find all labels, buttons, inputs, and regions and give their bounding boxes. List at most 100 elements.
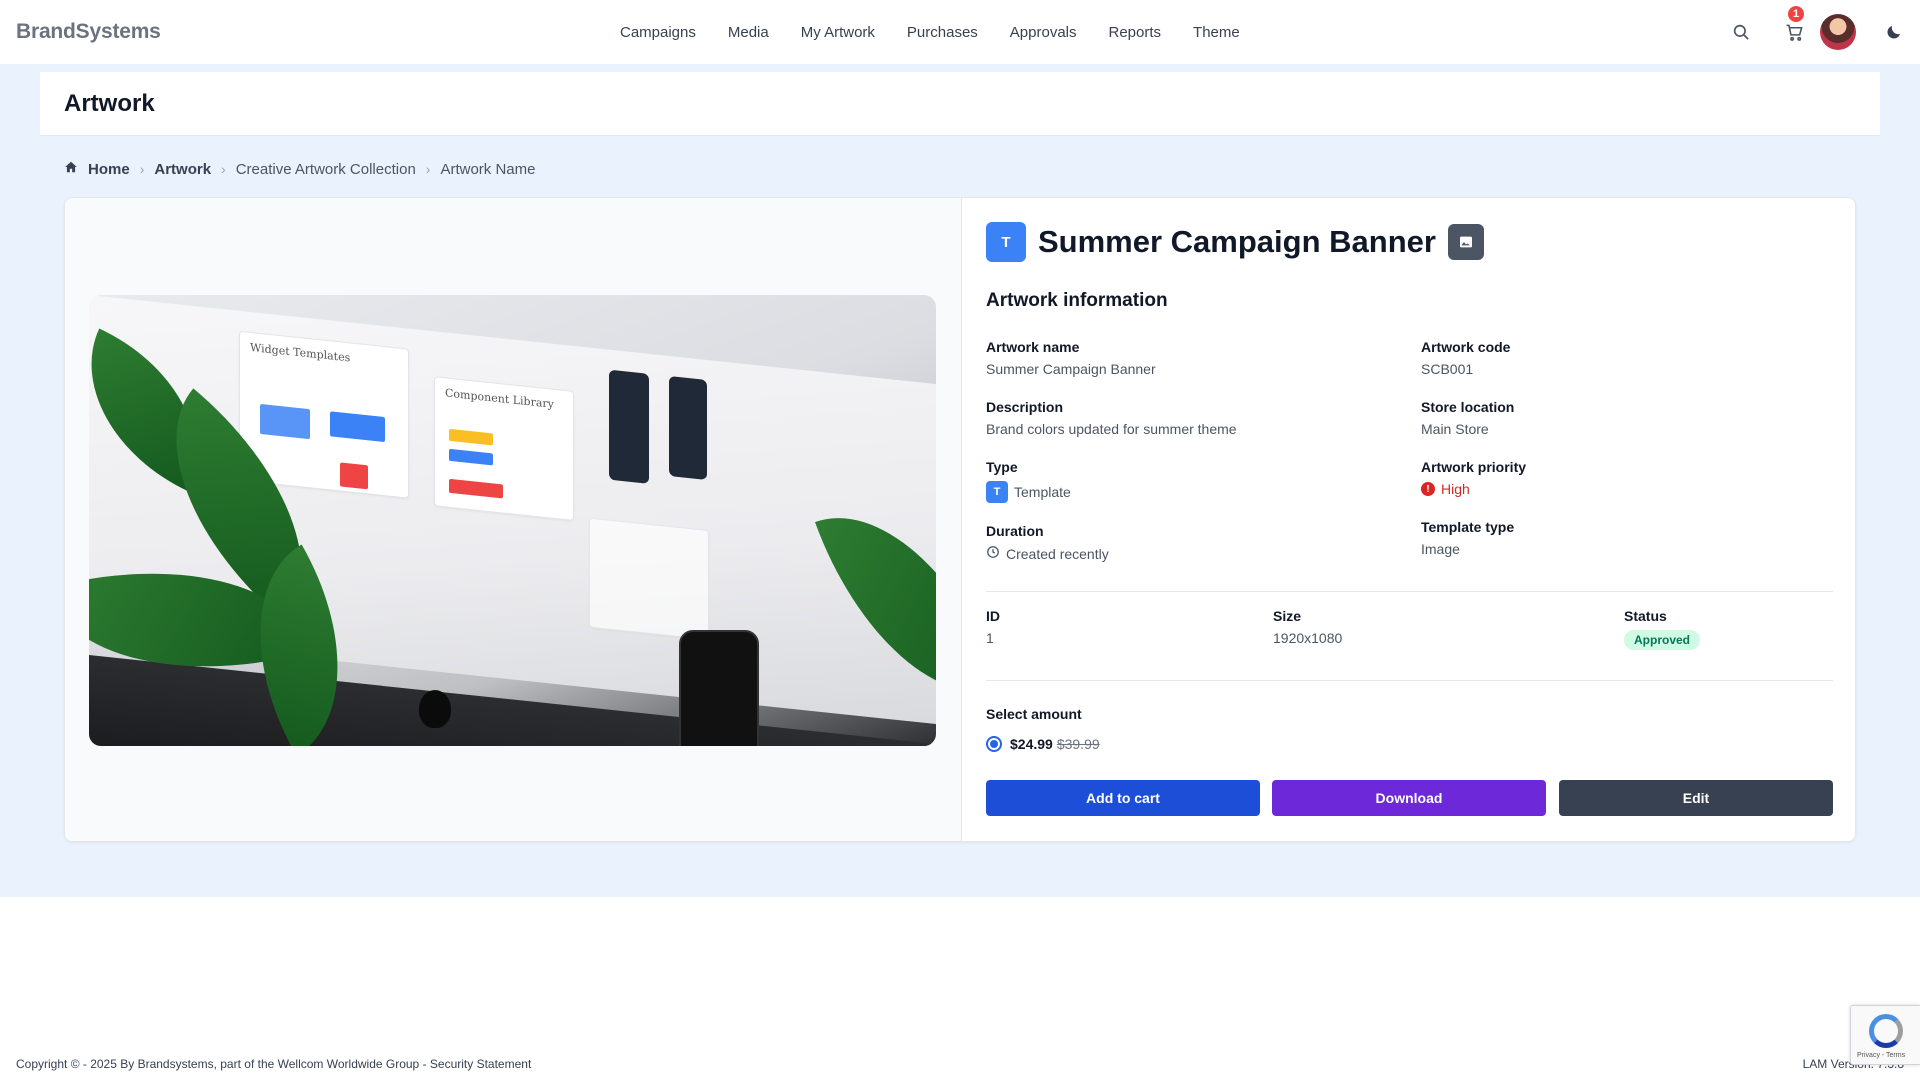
- field-value: Brand colors updated for summer theme: [986, 421, 1237, 437]
- mock-component-card: Component Library: [434, 376, 574, 521]
- breadcrumb-artwork[interactable]: Artwork: [154, 161, 211, 178]
- field-store-location: Store location Main Store: [1421, 399, 1514, 437]
- mock-block: [340, 462, 368, 490]
- brand-logo[interactable]: BrandSystems: [16, 20, 161, 44]
- field-label: Artwork priority: [1421, 459, 1527, 475]
- field-label: Size: [1273, 608, 1302, 624]
- breadcrumb-collection[interactable]: Creative Artwork Collection: [236, 161, 416, 178]
- mock-phone-screen: [669, 375, 707, 480]
- search-icon[interactable]: [1727, 18, 1755, 46]
- mock-card: [589, 517, 709, 641]
- field-value: Summer Campaign Banner: [986, 361, 1156, 377]
- current-price: $24.99: [1010, 736, 1053, 752]
- section-title: Artwork information: [986, 290, 1168, 311]
- priority-value: High: [1441, 481, 1470, 497]
- edit-button[interactable]: Edit: [1559, 780, 1833, 816]
- price-option[interactable]: $24.99 $39.99: [986, 736, 1100, 752]
- mock-component-title: Component Library: [445, 386, 554, 411]
- field-value: Created recently: [986, 545, 1109, 562]
- home-icon[interactable]: [64, 160, 78, 178]
- field-artwork-name: Artwork name Summer Campaign Banner: [986, 339, 1156, 377]
- chevron-right-icon: ›: [221, 161, 226, 177]
- mock-block: [449, 448, 493, 466]
- image-icon[interactable]: [1447, 224, 1484, 260]
- page-header: Artwork: [40, 72, 1880, 136]
- nav-purchases[interactable]: Purchases: [907, 24, 978, 41]
- field-value: SCB001: [1421, 361, 1474, 377]
- nav-theme[interactable]: Theme: [1193, 24, 1240, 41]
- field-label: Store location: [1421, 399, 1515, 415]
- artwork-card: Widget Templates Component Library T Sum…: [64, 197, 1856, 842]
- recaptcha-badge[interactable]: Privacy - Terms: [1850, 1005, 1920, 1065]
- nav-approvals[interactable]: Approvals: [1010, 24, 1077, 41]
- divider: [986, 591, 1833, 592]
- recaptcha-terms[interactable]: Privacy - Terms: [1857, 1052, 1905, 1059]
- user-avatar[interactable]: [1820, 14, 1856, 50]
- field-value: 1920x1080: [1273, 630, 1343, 646]
- alert-icon: !: [1421, 482, 1435, 496]
- field-value: 1: [986, 630, 994, 646]
- title-row: T Summer Campaign Banner: [986, 222, 1484, 262]
- nav-my-artwork[interactable]: My Artwork: [801, 24, 875, 41]
- mock-block: [260, 403, 310, 440]
- field-value: ! High: [1421, 481, 1526, 497]
- breadcrumb-current: Artwork Name: [440, 160, 536, 178]
- field-value: T Template: [986, 481, 1071, 503]
- field-label: Artwork code: [1421, 339, 1511, 355]
- field-label: ID: [986, 608, 1000, 624]
- clock-icon: [986, 545, 1000, 562]
- duration-value: Created recently: [1006, 545, 1109, 562]
- field-value: Main Store: [1421, 421, 1489, 437]
- field-duration: Duration Created recently: [986, 523, 1109, 562]
- field-size: Size 1920x1080: [1273, 608, 1342, 646]
- mock-block: [449, 478, 503, 499]
- mock-widget-title: Widget Templates: [250, 340, 351, 365]
- breadcrumb-home[interactable]: Home: [88, 161, 130, 178]
- field-label: Duration: [986, 523, 1044, 539]
- status-badge: Approved: [1624, 630, 1701, 650]
- field-label: Artwork name: [986, 339, 1080, 355]
- media-pane: Widget Templates Component Library: [65, 198, 962, 841]
- select-amount-label: Select amount: [986, 706, 1082, 722]
- field-label: Description: [986, 399, 1064, 415]
- field-id: ID 1: [986, 608, 1000, 646]
- cart-count-badge: 1: [1786, 4, 1806, 24]
- field-label: Template type: [1421, 519, 1515, 535]
- info-pane: T Summer Campaign Banner Artwork informa…: [962, 198, 1855, 841]
- field-template-type: Template type Image: [1421, 519, 1514, 557]
- radio-selected-dot: [990, 740, 998, 748]
- chevron-right-icon: ›: [139, 161, 145, 177]
- field-description: Description Brand colors updated for sum…: [986, 399, 1237, 437]
- artwork-preview-image[interactable]: Widget Templates Component Library: [89, 295, 936, 746]
- dark-mode-moon-icon[interactable]: [1880, 18, 1908, 46]
- type-badge: T: [986, 222, 1026, 262]
- page-title: Artwork: [64, 90, 155, 117]
- field-priority: Artwork priority ! High: [1421, 459, 1526, 497]
- download-button[interactable]: Download: [1272, 780, 1546, 816]
- template-type-badge: T: [986, 481, 1008, 503]
- mock-phone-screen: [609, 369, 649, 484]
- artwork-title: Summer Campaign Banner: [1038, 224, 1436, 259]
- field-value: Image: [1421, 541, 1460, 557]
- phone-stand: [679, 630, 759, 746]
- breadcrumb: Home › Artwork › Creative Artwork Collec…: [64, 160, 536, 178]
- mock-block: [449, 428, 493, 446]
- nav-campaigns[interactable]: Campaigns: [620, 24, 696, 41]
- field-status: Status Approved: [1624, 608, 1701, 650]
- original-price: $39.99: [1056, 736, 1100, 752]
- type-value: Template: [1014, 484, 1071, 500]
- field-label: Status: [1624, 608, 1667, 624]
- top-navbar: BrandSystems Campaigns Media My Artwork …: [0, 0, 1920, 64]
- nav-reports[interactable]: Reports: [1109, 24, 1162, 41]
- recaptcha-icon: [1869, 1014, 1903, 1048]
- price-radio[interactable]: [986, 736, 1002, 752]
- field-label: Type: [986, 459, 1018, 475]
- divider: [986, 680, 1833, 681]
- add-to-cart-button[interactable]: Add to cart: [986, 780, 1260, 816]
- nav-media[interactable]: Media: [728, 24, 769, 41]
- field-type: Type T Template: [986, 459, 1071, 503]
- field-artwork-code: Artwork code SCB001: [1421, 339, 1510, 377]
- main-nav: Campaigns Media My Artwork Purchases App…: [620, 0, 1240, 64]
- chevron-right-icon: ›: [425, 161, 431, 177]
- mock-block: [330, 411, 385, 443]
